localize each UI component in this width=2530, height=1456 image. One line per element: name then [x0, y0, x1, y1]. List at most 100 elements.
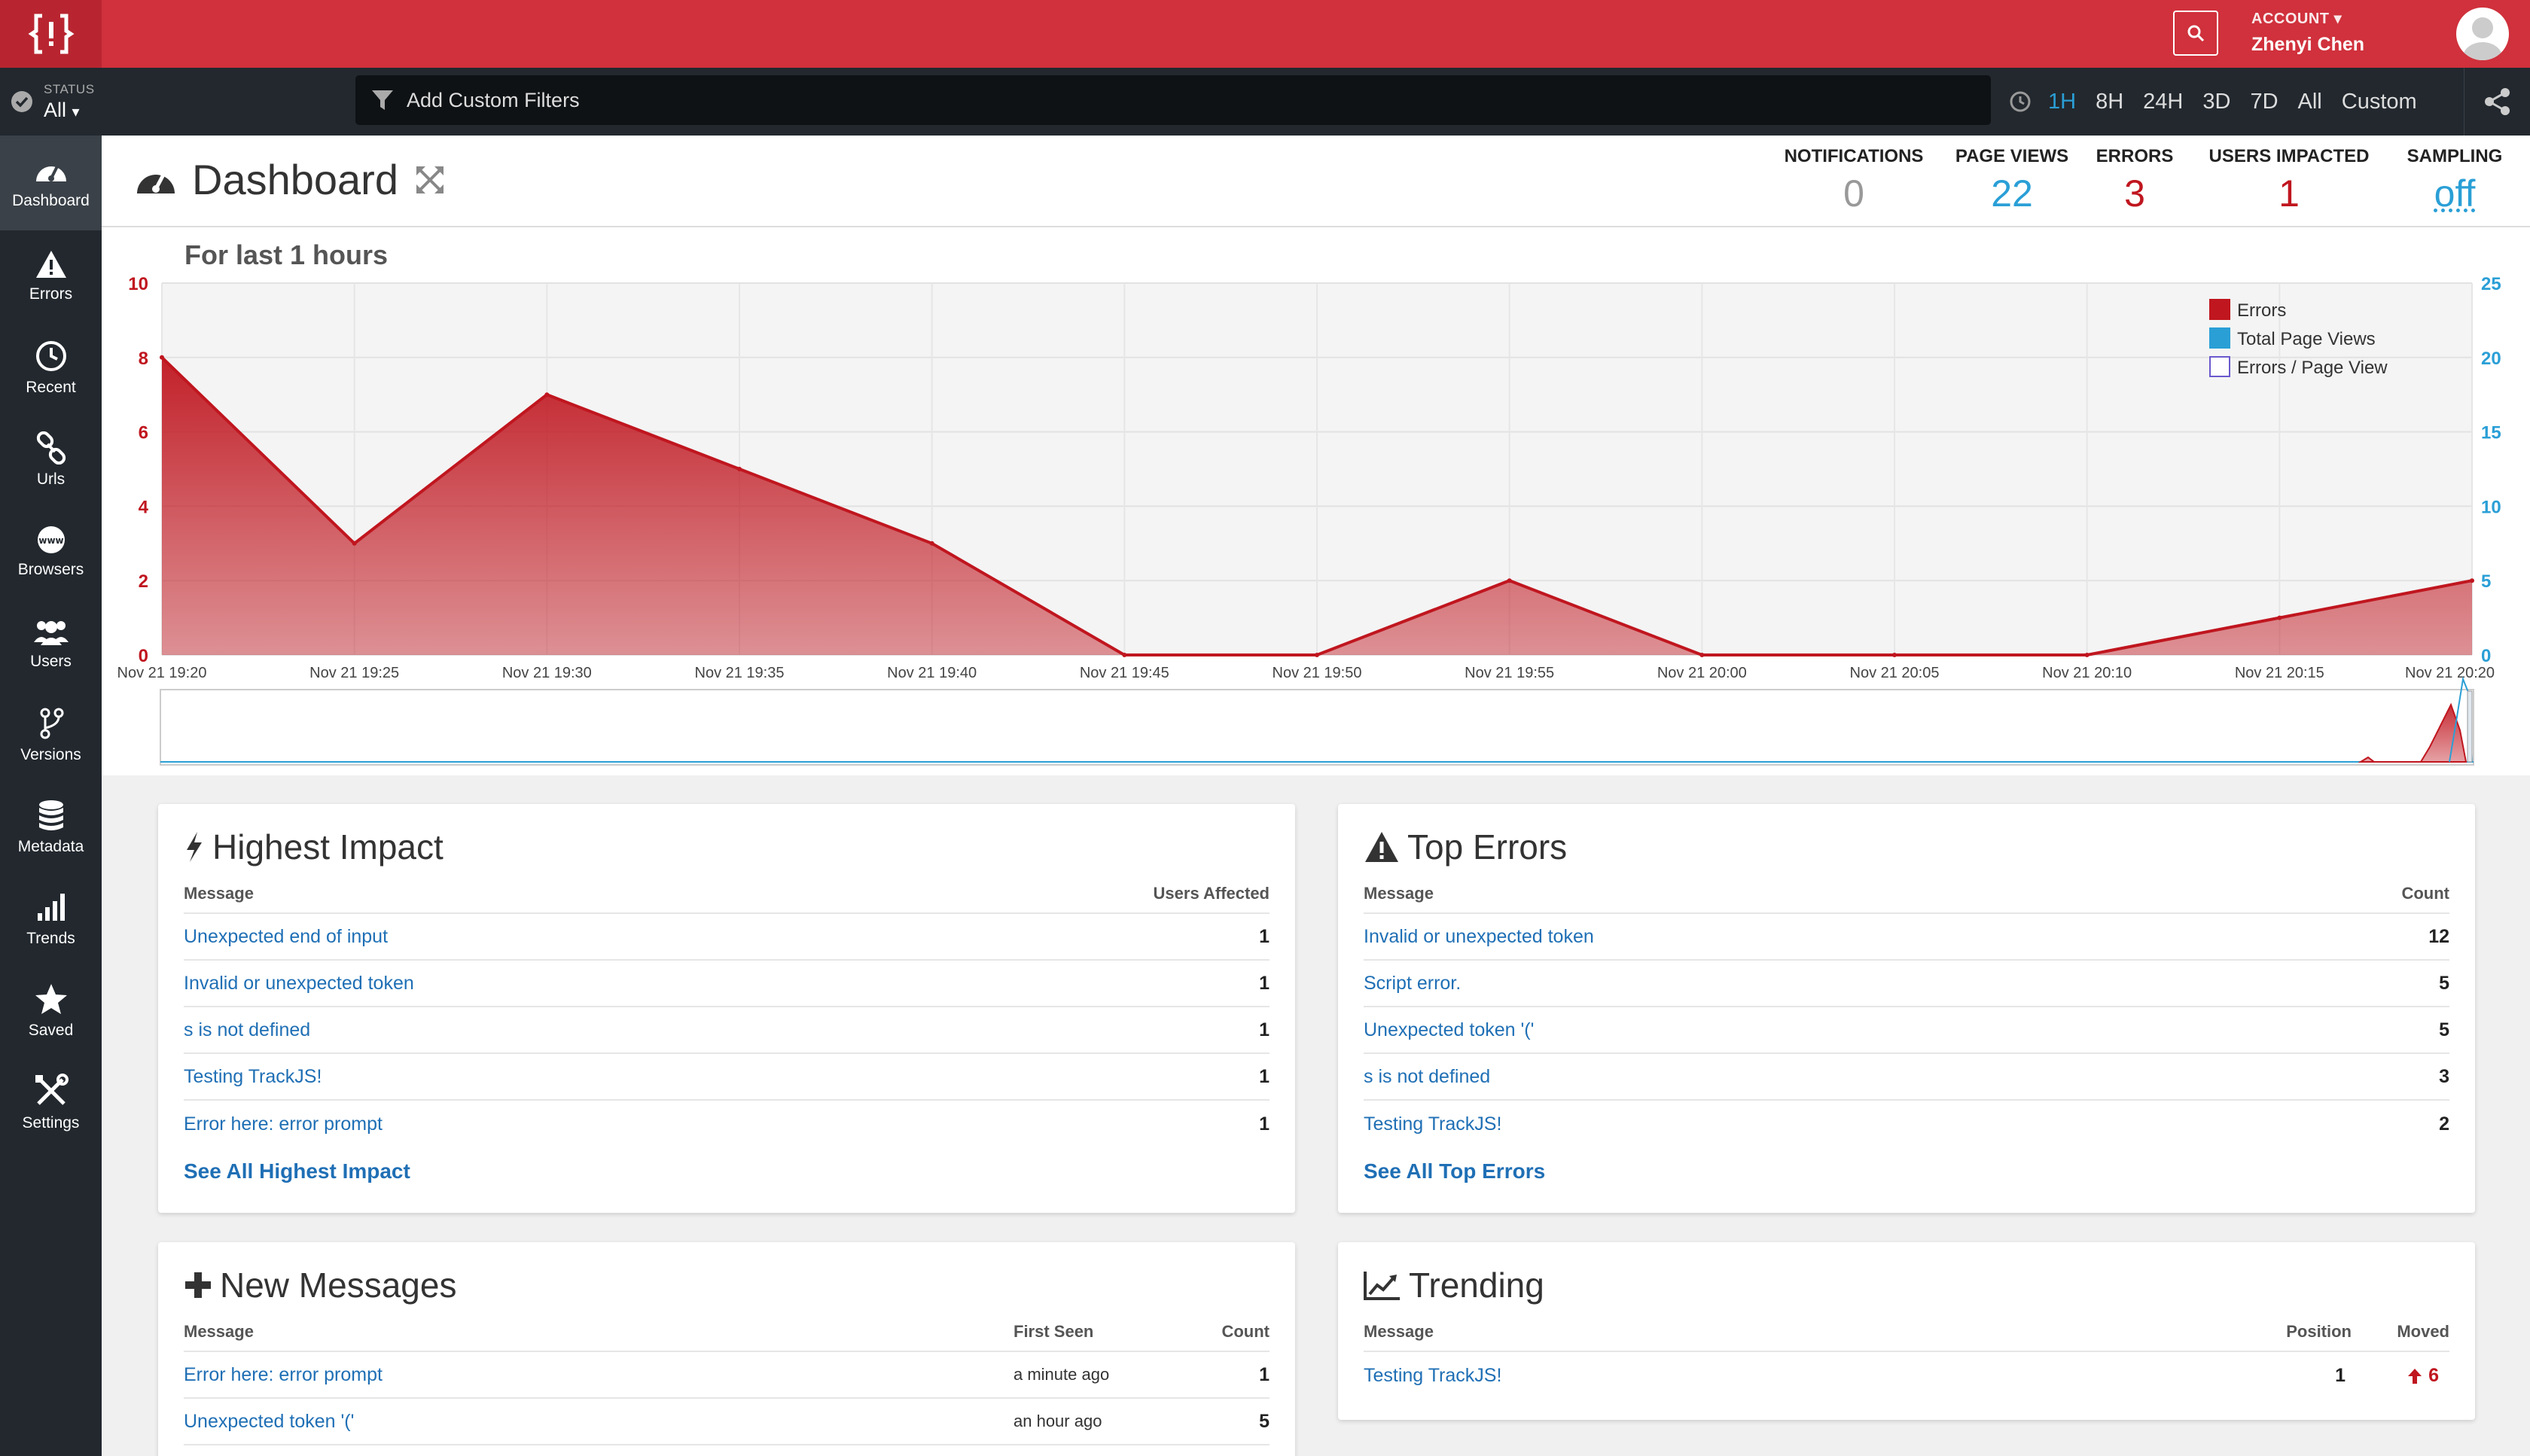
error-message-link[interactable]: Error here: error prompt [184, 1364, 1014, 1386]
time-option-all[interactable]: All [2291, 90, 2330, 114]
table-row[interactable]: s is not defined 1 [184, 1007, 1270, 1054]
errors-point[interactable] [929, 541, 934, 546]
time-option-3d[interactable]: 3D [2195, 90, 2238, 114]
first-seen-time: a minute ago [1014, 1365, 1110, 1384]
sidebar-item-users[interactable]: Users [0, 598, 102, 690]
errors-point[interactable] [1507, 578, 1512, 583]
account-menu[interactable]: ACCOUNT ▾ Zhenyi Chen [2251, 9, 2364, 56]
errors-point[interactable] [160, 355, 164, 360]
sidebar-item-recent[interactable]: Recent [0, 322, 102, 414]
table-row[interactable]: Error here: error prompt 1 [184, 1101, 1270, 1147]
sidebar-item-browsers[interactable]: www Browsers [0, 506, 102, 598]
legend-swatch [2209, 356, 2230, 377]
plus-icon [185, 1272, 211, 1298]
table-row[interactable]: Testing TrackJS! 1 [184, 1054, 1270, 1101]
table-row[interactable]: s is not defined 3 [1364, 1054, 2449, 1101]
status-value: All [44, 98, 67, 121]
navigator-handle[interactable] [2467, 690, 2473, 763]
range-navigator[interactable] [160, 689, 2474, 766]
errors-point[interactable] [1892, 653, 1897, 657]
search-icon [2187, 25, 2205, 42]
error-message-link[interactable]: Testing TrackJS! [184, 1066, 1259, 1088]
table-row[interactable]: Invalid or unexpected token 1 [184, 961, 1270, 1007]
time-option-8h[interactable]: 8H [2088, 90, 2131, 114]
stat-page-views[interactable]: PAGE VIEWS 22 [1952, 146, 2072, 215]
time-option-custom[interactable]: Custom [2334, 90, 2425, 114]
stat-notifications[interactable]: NOTIFICATIONS 0 [1779, 146, 1929, 215]
errors-point[interactable] [1315, 653, 1319, 657]
error-message-link[interactable]: Unexpected token '(' [1364, 1019, 2439, 1041]
table-row[interactable]: Error here: error prompt a minute ago 1 [184, 1352, 1270, 1399]
svg-text:www: www [38, 535, 63, 546]
legend-label[interactable]: Errors / Page View [2237, 358, 2388, 378]
stat-value: 22 [1991, 172, 2033, 215]
legend-label[interactable]: Total Page Views [2237, 329, 2376, 349]
error-message-link[interactable]: Unexpected end of input [184, 926, 1259, 948]
time-option-7d[interactable]: 7D [2242, 90, 2285, 114]
error-message-link[interactable]: Error here: error prompt [184, 1113, 1259, 1135]
errors-point[interactable] [1122, 653, 1127, 657]
y-right-tick-label: 10 [2481, 497, 2501, 517]
error-message-link[interactable]: Invalid or unexpected token [1364, 926, 2428, 948]
status-dropdown[interactable]: STATUS All ▾ [0, 68, 105, 136]
sidebar-item-errors[interactable]: Errors [0, 230, 102, 322]
column-header-count: Count [2401, 884, 2449, 903]
errors-point[interactable] [2277, 615, 2282, 620]
table-row[interactable]: Testing TrackJS! 1 6 [1364, 1352, 2449, 1399]
sidebar-item-urls[interactable]: Urls [0, 414, 102, 506]
time-option-24h[interactable]: 24H [2135, 90, 2190, 114]
error-message-link[interactable]: s is not defined [1364, 1066, 2439, 1088]
avatar[interactable] [2456, 8, 2509, 60]
stat-users-impacted[interactable]: USERS IMPACTED 1 [2206, 146, 2372, 215]
bolt-icon [187, 832, 202, 862]
errors-point[interactable] [737, 467, 742, 471]
sidebar-item-dashboard[interactable]: Dashboard [0, 136, 102, 230]
error-message-link[interactable]: Script error. [1364, 973, 2439, 995]
error-message-link[interactable]: Testing TrackJS! [1364, 1113, 2439, 1135]
errors-point[interactable] [544, 392, 550, 398]
error-message-link[interactable]: Invalid or unexpected token [184, 973, 1259, 995]
top-bar: ACCOUNT ▾ Zhenyi Chen [0, 0, 2530, 68]
filter-bar: STATUS All ▾ Add Custom Filters 1H 8H 24… [0, 68, 2530, 136]
errors-chart[interactable]: 0 2 4 6 8 10 0 5 10 15 20 25 Nov 21 19:20 Nov 21 19:2… [102, 227, 2530, 775]
y-right-tick-label: 5 [2481, 571, 2491, 592]
sidebar-item-settings[interactable]: Settings [0, 1057, 102, 1149]
errors-point[interactable] [1699, 653, 1705, 657]
sidebar-item-versions[interactable]: Versions [0, 690, 102, 781]
sidebar-item-metadata[interactable]: Metadata [0, 781, 102, 873]
legend-label[interactable]: Errors [2237, 300, 2286, 321]
trending-table: Message Position Moved Testing TrackJS! … [1364, 1313, 2449, 1399]
errors-point[interactable] [352, 541, 357, 546]
see-all-top-errors-link[interactable]: See All Top Errors [1364, 1159, 1545, 1183]
arrow-up-icon [2408, 1368, 2422, 1384]
stat-sampling[interactable]: SAMPLING off [2398, 146, 2511, 215]
sidebar: Dashboard Errors Recent Urls www Browser… [0, 136, 102, 1456]
table-row[interactable]: Unexpected end of input 1 [184, 914, 1270, 961]
sidebar-item-saved[interactable]: Saved [0, 965, 102, 1057]
sidebar-item-label: Trends [26, 930, 75, 947]
table-row[interactable]: Unexpected token '(' 5 [1364, 1007, 2449, 1054]
share-button[interactable] [2464, 68, 2530, 136]
sidebar-item-trends[interactable]: Trends [0, 873, 102, 965]
tools-icon [35, 1074, 69, 1105]
expand-icon[interactable] [413, 163, 447, 196]
errors-point[interactable] [2470, 578, 2474, 583]
error-message-link[interactable]: Unexpected token '(' [184, 1411, 1014, 1433]
errors-point[interactable] [2084, 653, 2090, 657]
table-row[interactable]: Script error. 5 [1364, 961, 2449, 1007]
custom-filter-input[interactable]: Add Custom Filters [355, 75, 1991, 125]
error-message-link[interactable]: Testing TrackJS! [1364, 1365, 2254, 1387]
column-header-users-affected: Users Affected [1153, 884, 1270, 903]
caret-down-icon: ▾ [2333, 11, 2343, 27]
see-all-highest-impact-link[interactable]: See All Highest Impact [184, 1159, 410, 1183]
time-option-1h[interactable]: 1H [2041, 90, 2083, 114]
table-row[interactable]: Unexpected token '(' an hour ago 5 [184, 1399, 1270, 1445]
search-button[interactable] [2173, 11, 2218, 56]
stat-errors[interactable]: ERRORS 3 [2093, 146, 2176, 215]
error-message-link[interactable]: s is not defined [184, 1019, 1259, 1041]
table-row[interactable]: Invalid or unexpected token 12 [1364, 914, 2449, 961]
table-row[interactable]: Testing TrackJS! 2 [1364, 1101, 2449, 1147]
column-header-message: Message [1364, 884, 1434, 903]
bar-chart-icon [37, 894, 65, 921]
trackjs-logo[interactable] [0, 0, 102, 68]
